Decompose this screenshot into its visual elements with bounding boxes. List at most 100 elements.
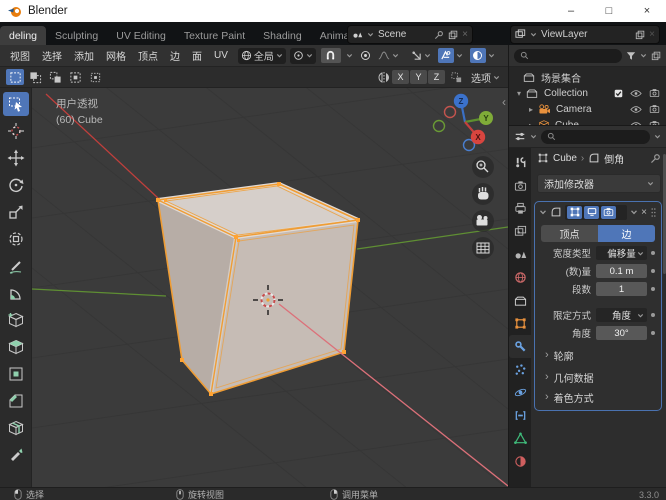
tool-loop-cut[interactable] — [3, 416, 29, 440]
snap-settings-dropdown[interactable] — [344, 48, 355, 64]
workspace-tab-texture-paint[interactable]: Texture Paint — [175, 26, 254, 45]
add-modifier-dropdown[interactable]: 添加修改器 — [537, 174, 661, 193]
mirror-z-toggle[interactable]: Z — [428, 70, 445, 84]
menu-view[interactable]: 视图 — [4, 48, 36, 63]
select-mode-new-button[interactable] — [6, 69, 24, 85]
disclosure-expanded-icon[interactable]: ▾ — [517, 89, 521, 98]
maximize-button[interactable]: □ — [590, 0, 628, 22]
outliner-row-cube[interactable]: ▸ Cube — [509, 117, 666, 125]
tool-transform[interactable] — [3, 227, 29, 251]
section-geometry[interactable]: › 几何数据 — [535, 369, 661, 385]
display-render-toggle[interactable] — [601, 205, 616, 219]
drag-grip-icon[interactable] — [650, 207, 657, 218]
zoom-button[interactable] — [472, 156, 494, 178]
workspace-tab-uv-editing[interactable]: UV Editing — [107, 26, 175, 45]
menu-vertex[interactable]: 顶点 — [132, 48, 164, 63]
outliner-search-input[interactable] — [514, 48, 622, 63]
pin-icon[interactable] — [434, 30, 444, 40]
tool-annotate[interactable] — [3, 254, 29, 278]
outliner-row-camera[interactable]: ▸ Camera — [509, 101, 666, 117]
show-overlays-toggle[interactable] — [436, 48, 465, 64]
workspace-tab-sculpting[interactable]: Sculpting — [46, 26, 107, 45]
limit-method-dropdown[interactable]: 角度 — [596, 308, 647, 322]
select-mode-extend-button[interactable] — [26, 69, 44, 85]
menu-mesh[interactable]: 网格 — [100, 48, 132, 63]
minimize-button[interactable]: – — [552, 0, 590, 22]
tab-output[interactable] — [509, 197, 531, 220]
tab-render[interactable] — [509, 174, 531, 197]
workspace-tab-shading[interactable]: Shading — [254, 26, 311, 45]
new-scene-icon[interactable] — [448, 30, 458, 40]
tab-constraints[interactable] — [509, 404, 531, 427]
proportional-editing-toggle[interactable] — [358, 48, 373, 64]
tool-select-box[interactable] — [2, 92, 29, 116]
section-shading[interactable]: › 着色方式 — [535, 389, 661, 405]
menu-select[interactable]: 选择 — [36, 48, 68, 63]
toggle-perspective-button[interactable] — [472, 237, 494, 259]
properties-editor-icon[interactable] — [514, 131, 526, 142]
tab-physics[interactable] — [509, 381, 531, 404]
close-button[interactable]: × — [628, 0, 666, 22]
tool-extrude-region[interactable] — [3, 335, 29, 359]
tool-inset-faces[interactable] — [3, 362, 29, 386]
display-realtime-toggle[interactable] — [584, 205, 599, 219]
outliner-row-scene-collection[interactable]: 场景集合 — [509, 69, 666, 85]
tool-knife[interactable] — [3, 443, 29, 467]
checkbox-checked-icon[interactable] — [614, 89, 623, 98]
viewport-shading-dropdown[interactable] — [468, 48, 497, 64]
tab-modifiers[interactable] — [509, 335, 531, 358]
filter-icon[interactable] — [626, 51, 636, 61]
display-in-editmode-toggle[interactable] — [567, 205, 582, 219]
extras-chevron-icon[interactable] — [630, 208, 638, 216]
tab-collection[interactable] — [509, 289, 531, 312]
chevron-down-icon[interactable] — [530, 133, 537, 140]
tab-view-layer[interactable] — [509, 220, 531, 243]
menu-uv[interactable]: UV — [208, 50, 234, 61]
menu-add[interactable]: 添加 — [68, 48, 100, 63]
affect-edges-tab[interactable]: 边 — [598, 225, 655, 242]
segments-field[interactable]: 1 — [596, 282, 647, 296]
unlink-scene-icon[interactable]: × — [462, 29, 468, 40]
sidebar-collapse-arrow[interactable]: ‹ — [502, 95, 506, 109]
tool-measure[interactable] — [3, 281, 29, 305]
tool-scale[interactable] — [3, 200, 29, 224]
gizmo-neg-y-ball[interactable] — [432, 119, 446, 133]
remove-modifier-icon[interactable]: × — [641, 207, 647, 218]
pivot-point-dropdown[interactable] — [289, 47, 316, 64]
new-view-layer-icon[interactable] — [635, 30, 645, 40]
tool-add-cube[interactable] — [3, 308, 29, 332]
tab-world[interactable] — [509, 266, 531, 289]
scene-selector[interactable]: Scene × — [347, 25, 473, 44]
hide-eye-icon[interactable] — [630, 89, 642, 98]
mirror-y-toggle[interactable]: Y — [410, 70, 427, 84]
breadcrumb-object[interactable]: Cube — [553, 153, 577, 164]
gizmo-neg-x-ball[interactable] — [443, 105, 457, 119]
disclosure-collapsed-icon[interactable]: ▸ — [529, 105, 533, 114]
collapse-chevron-icon[interactable] — [539, 208, 547, 216]
select-mode-invert-button[interactable] — [66, 69, 84, 85]
animate-dot[interactable] — [647, 287, 659, 291]
remove-view-layer-icon[interactable]: × — [649, 29, 655, 40]
viewport-canvas[interactable]: Z Y X ‹ 用户透视 (60) Cube — [32, 88, 508, 487]
hide-eye-icon[interactable] — [630, 105, 642, 114]
tool-move[interactable] — [3, 146, 29, 170]
select-mode-subtract-button[interactable] — [46, 69, 64, 85]
tab-tool[interactable] — [509, 151, 531, 174]
navigation-gizmo[interactable]: Z Y X — [432, 93, 494, 152]
pin-icon[interactable] — [650, 153, 661, 164]
snap-toggle[interactable] — [320, 48, 341, 63]
breadcrumb-modifier[interactable]: 倒角 — [604, 151, 624, 166]
tab-scene[interactable] — [509, 243, 531, 266]
tab-material[interactable] — [509, 450, 531, 473]
disable-render-icon[interactable] — [649, 104, 660, 114]
angle-field[interactable]: 30° — [596, 326, 647, 340]
cube-mesh[interactable] — [156, 182, 360, 396]
mirror-x-toggle[interactable]: X — [392, 70, 409, 84]
width-type-dropdown[interactable]: 偏移量 — [596, 246, 647, 260]
filter-chevron-icon[interactable] — [654, 133, 661, 140]
menu-face[interactable]: 面 — [186, 48, 208, 63]
tool-cursor[interactable] — [3, 119, 29, 143]
animate-dot[interactable] — [647, 269, 659, 273]
workspace-tab-modeling[interactable]: deling — [0, 26, 47, 45]
section-profile[interactable]: › 轮廓 — [535, 347, 661, 363]
